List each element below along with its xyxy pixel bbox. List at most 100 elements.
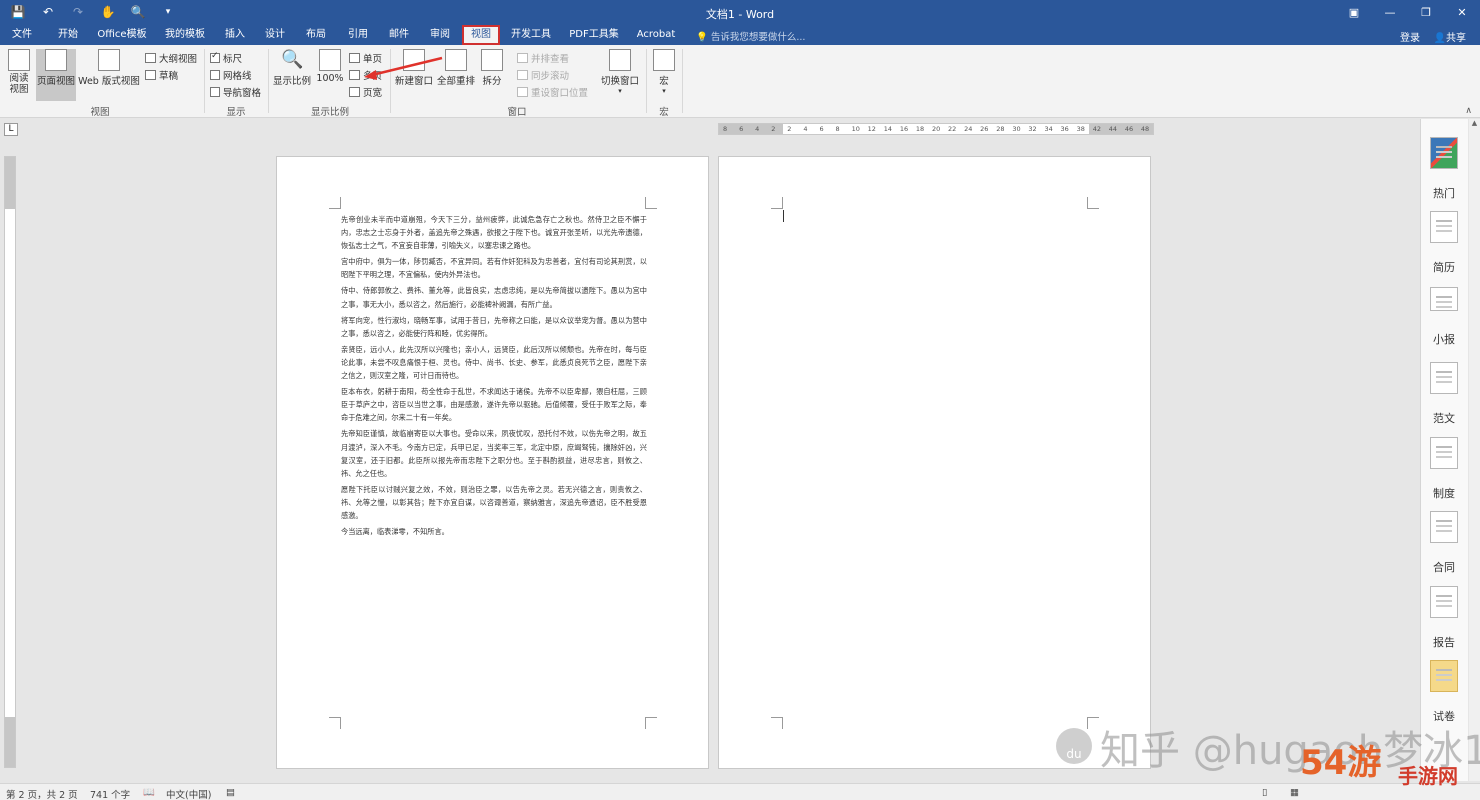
nav-pane-check-icon	[210, 87, 220, 97]
switch-windows-button[interactable]: 切换窗口 ▾	[598, 49, 642, 95]
ruler-area	[0, 119, 1420, 140]
close-icon[interactable]: ✕	[1444, 0, 1480, 25]
tab-home[interactable]: 开始	[52, 27, 84, 43]
zoom-100-button[interactable]: 100%	[316, 49, 344, 84]
ribbon-display-options-icon[interactable]: ▣	[1336, 0, 1372, 25]
restore-icon[interactable]: ❐	[1408, 0, 1444, 25]
page-count[interactable]: 第 2 页，共 2 页	[6, 787, 78, 800]
multiple-pages-button[interactable]: 多页	[349, 68, 382, 82]
read-mode-status-icon[interactable]: ▯	[1262, 787, 1267, 798]
person-icon: 👤	[1433, 33, 1446, 44]
zoom-label: 显示比例	[272, 76, 311, 87]
new-window-button[interactable]: 新建窗口	[393, 49, 435, 87]
margin-mark	[645, 197, 657, 209]
word-count[interactable]: 741 个字	[90, 787, 130, 800]
margin-mark	[329, 717, 341, 729]
reset-position-icon	[517, 87, 528, 97]
vertical-ruler[interactable]	[4, 156, 16, 768]
one-page-button[interactable]: 单页	[349, 51, 382, 65]
tab-mailings[interactable]: 邮件	[383, 27, 415, 43]
sidebar-item-newsletter[interactable]: 小报	[1421, 287, 1467, 347]
document-page-1[interactable]: 先帝创业未半而中道崩殂，今天下三分，益州疲弊，此诚危急存亡之秋也。然侍卫之臣不懈…	[276, 156, 709, 769]
tab-selector[interactable]: L	[4, 123, 18, 136]
tab-office-templates[interactable]: Office模板	[94, 27, 150, 43]
scroll-up-icon[interactable]: ▲	[1469, 119, 1480, 131]
margin-mark	[329, 197, 341, 209]
sidebar-item-resume[interactable]: 简历	[1421, 211, 1467, 275]
login-link[interactable]: 登录	[1400, 29, 1420, 44]
ruler-numbers: 8 6 4 2 2 4 6 8 10 12 14 16 18 20 22 24 26 28 30 32 34 36 38 42…	[719, 124, 1153, 134]
sync-scroll-button[interactable]: 同步滚动	[517, 68, 569, 82]
document-page-2[interactable]	[718, 156, 1151, 769]
read-mode-label: 阅读视图	[9, 73, 29, 95]
macros-group-label: 宏	[659, 107, 669, 118]
zoom-group-label: 显示比例	[310, 107, 349, 118]
tab-my-templates[interactable]: 我的模板	[160, 27, 210, 43]
draft-button[interactable]: 草稿	[145, 68, 178, 82]
switch-windows-label: 切换窗口	[600, 76, 639, 87]
nav-pane-label: 导航窗格	[223, 88, 262, 99]
gridlines-checkbox[interactable]: 网格线	[210, 68, 252, 82]
sidebar-item-contract[interactable]: 合同	[1421, 511, 1467, 575]
lightbulb-icon: 💡	[696, 32, 708, 43]
ribbon: 阅读视图 页面视图 Web 版式视图 大纲视图 草稿 视图 标尺 网格线 导航窗…	[0, 45, 1480, 118]
tell-me-box[interactable]: 💡 告诉我您想要做什么...	[696, 29, 805, 43]
one-page-icon	[349, 53, 360, 63]
split-button[interactable]: 拆分	[478, 49, 506, 87]
arrange-all-button[interactable]: 全部重排	[436, 49, 476, 87]
sidebar-item-sample[interactable]: 范文	[1421, 362, 1467, 426]
page-width-button[interactable]: 页宽	[349, 85, 382, 99]
status-bar: 第 2 页，共 2 页 741 个字 📖 中文(中国) ▤ ▯ ▦	[0, 783, 1480, 800]
chevron-down-icon: ▾	[618, 87, 622, 95]
sidebar-item-policy[interactable]: 制度	[1421, 437, 1467, 501]
ruler-checkbox[interactable]: 标尺	[210, 51, 242, 65]
tab-references[interactable]: 引用	[342, 27, 374, 43]
zoom-100-icon	[319, 49, 341, 71]
outline-button[interactable]: 大纲视图	[145, 51, 197, 65]
gridlines-label: 网格线	[223, 71, 252, 82]
sidebar-item-label: 简历	[1433, 261, 1455, 274]
new-window-icon	[403, 49, 425, 71]
draft-label: 草稿	[159, 71, 179, 82]
macro-record-icon[interactable]: ▤	[226, 787, 235, 798]
print-layout-button[interactable]: 页面视图	[36, 49, 76, 101]
read-mode-button[interactable]: 阅读视图	[4, 49, 34, 95]
proofing-icon[interactable]: 📖	[143, 787, 155, 798]
tab-developer[interactable]: 开发工具	[506, 27, 556, 43]
language-indicator[interactable]: 中文(中国)	[166, 787, 211, 800]
sidebar-item-exam[interactable]: 试卷	[1421, 660, 1467, 724]
read-mode-icon	[8, 49, 30, 71]
document-body[interactable]: 先帝创业未半而中道崩殂，今天下三分，益州疲弊，此诚危急存亡之秋也。然侍卫之臣不懈…	[341, 213, 647, 541]
side-by-side-button[interactable]: 并排查看	[517, 51, 569, 65]
tab-acrobat[interactable]: Acrobat	[632, 27, 680, 43]
popular-icon	[1430, 137, 1458, 169]
tab-file[interactable]: 文件	[6, 27, 38, 43]
tab-design[interactable]: 设计	[260, 27, 290, 43]
print-layout-status-icon[interactable]: ▦	[1290, 787, 1299, 798]
reset-position-button[interactable]: 重设窗口位置	[517, 85, 588, 99]
tab-pdf-tools[interactable]: PDF工具集	[566, 27, 622, 43]
nav-pane-checkbox[interactable]: 导航窗格	[210, 85, 261, 99]
share-button[interactable]: 👤共享	[1434, 29, 1466, 44]
report-icon	[1430, 586, 1458, 618]
macros-button[interactable]: 宏 ▾	[650, 49, 678, 95]
tab-review[interactable]: 审阅	[424, 27, 456, 43]
collapse-ribbon-icon[interactable]: ∧	[1465, 106, 1472, 116]
show-group-label: 显示	[226, 107, 246, 118]
ruler-number: 8	[835, 125, 840, 133]
multiple-pages-label: 多页	[363, 71, 383, 82]
window-controls: ▣ — ❐ ✕	[1336, 0, 1480, 25]
vertical-scrollbar[interactable]: ▲	[1469, 119, 1480, 781]
tab-view[interactable]: 视图	[462, 25, 500, 45]
tab-insert[interactable]: 插入	[220, 27, 250, 43]
tab-layout[interactable]: 布局	[300, 27, 332, 43]
minimize-icon[interactable]: —	[1372, 0, 1408, 25]
horizontal-ruler[interactable]: 8 6 4 2 2 4 6 8 10 12 14 16 18 20 22 24 26 28 30 32 34 36 38 42…	[718, 123, 1154, 135]
ruler-number: 42	[1092, 125, 1101, 133]
web-layout-button[interactable]: Web 版式视图	[78, 49, 140, 87]
sidebar-item-report[interactable]: 报告	[1421, 586, 1467, 650]
ruler-number: 6	[739, 125, 744, 133]
zoom-button[interactable]: 🔍 显示比例	[272, 49, 312, 87]
paragraph: 宫中府中，俱为一体，陟罚臧否，不宜异同。若有作奸犯科及为忠善者，宜付有司论其刑赏…	[341, 257, 647, 280]
sidebar-item-popular[interactable]: 热门	[1421, 137, 1467, 201]
